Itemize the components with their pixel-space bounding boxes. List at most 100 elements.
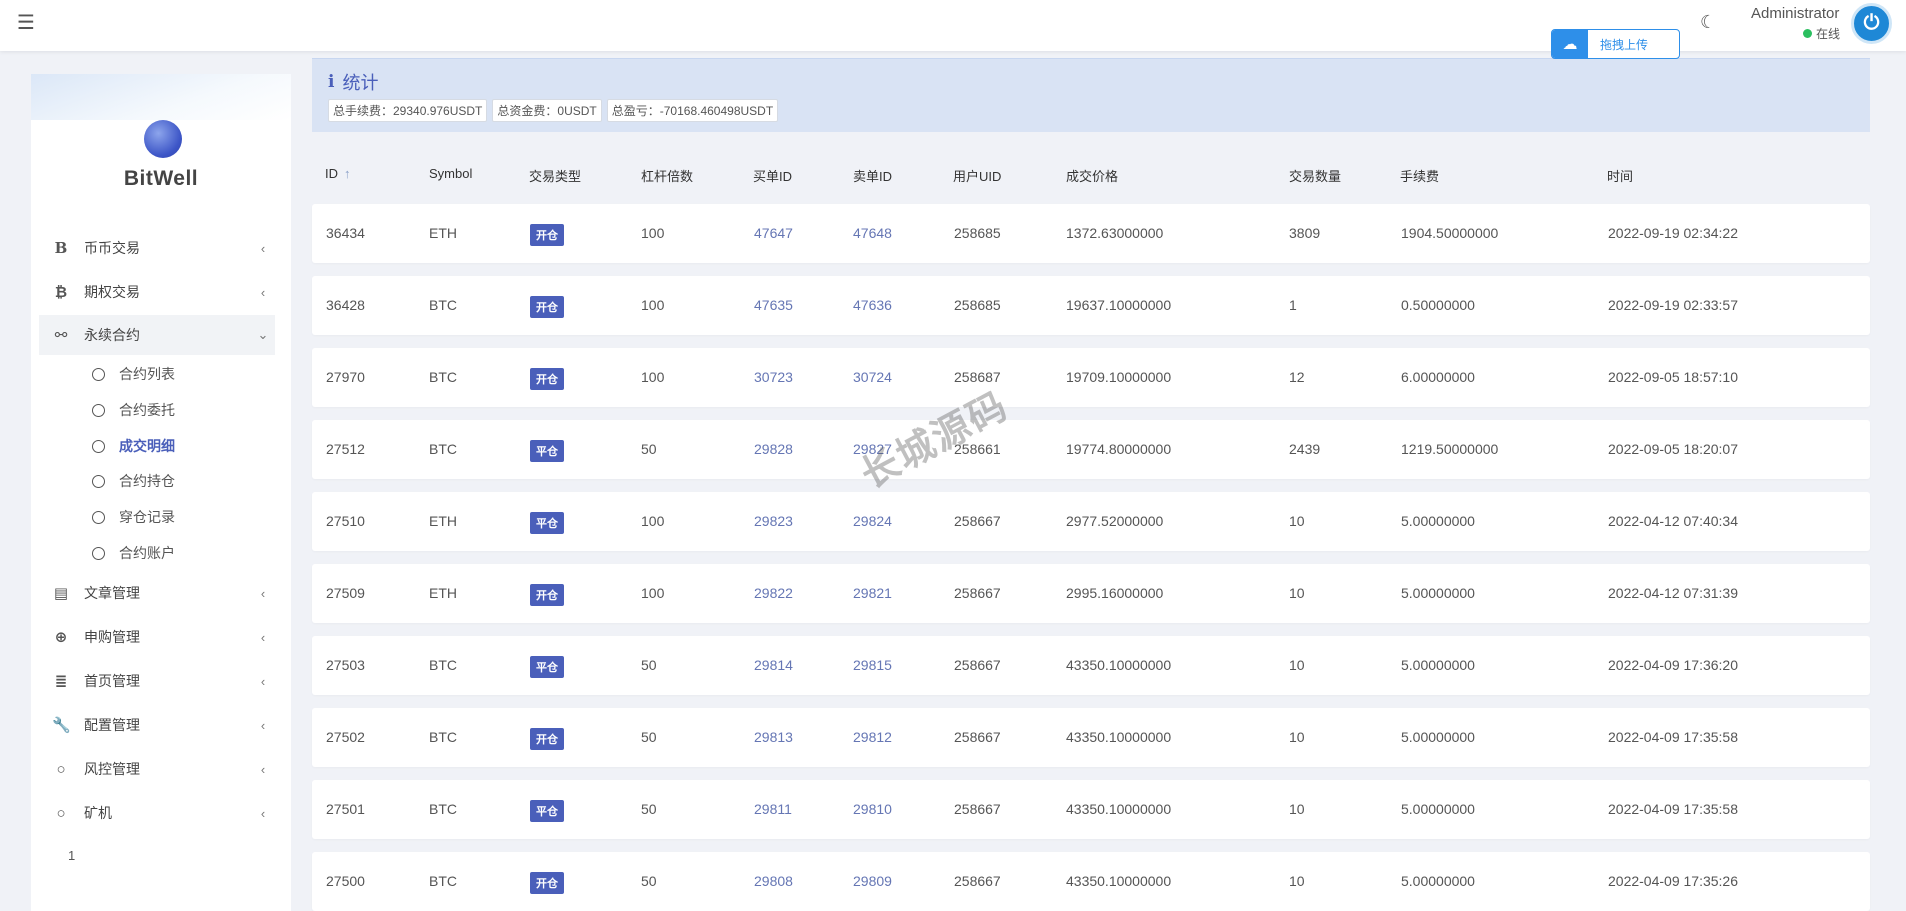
cell-price: 43350.10000000 [1066,729,1172,745]
cell-time: 2022-04-09 17:35:26 [1608,873,1738,889]
sidebar-subitem-contract-list[interactable]: 合约列表 [92,359,175,389]
cell-symbol: BTC [429,657,457,673]
page-number[interactable]: 1 [68,848,75,863]
cell-symbol: BTC [429,441,457,457]
trade-type-badge: 开仓 [530,296,564,318]
sell-order-link[interactable]: 29815 [853,657,892,673]
cell-leverage: 100 [641,369,665,385]
column-header-time: 时间 [1607,169,1634,184]
table-row[interactable]: 27500 BTC 开仓 50 29808 29809 258667 43350… [312,852,1870,911]
column-header-symbol: Symbol [429,166,473,181]
buy-order-link[interactable]: 29828 [754,441,793,457]
cell-uid: 258685 [954,225,1001,241]
cell-symbol: ETH [429,225,457,241]
sidebar-item-perpetual-contract[interactable]: ⚯ 永续合约 ⌄ [39,315,275,355]
sell-order-link[interactable]: 30724 [853,369,892,385]
wrench-icon: 🔧 [52,717,71,734]
sidebar-subitem-contract-account[interactable]: 合约账户 [92,538,175,568]
buy-order-link[interactable]: 29808 [754,873,793,889]
cell-symbol: BTC [429,873,457,889]
table-row[interactable]: 27970 BTC 开仓 100 30723 30724 258687 1970… [312,348,1870,407]
sidebar-subitem-liquidation-records[interactable]: 穿仓记录 [92,502,175,532]
sidebar-item-options-trading[interactable]: ₿ 期权交易 ‹ [39,272,275,312]
table-row[interactable]: 27510 ETH 平仓 100 29823 29824 258667 2977… [312,492,1870,551]
table-row[interactable]: 27512 BTC 平仓 50 29828 29827 258661 19774… [312,420,1870,479]
list-icon: ≣ [54,673,68,690]
drag-upload-button[interactable]: ☁ 拖拽上传 [1551,29,1680,59]
sell-order-link[interactable]: 29821 [853,585,892,601]
trade-type-badge: 开仓 [530,224,564,246]
table-row[interactable]: 36434 ETH 开仓 100 47647 47648 258685 1372… [312,204,1870,263]
cell-quantity: 10 [1289,585,1305,601]
info-icon: i [328,72,335,92]
chevron-left-icon: ‹ [260,717,266,733]
sidebar-item-risk-control[interactable]: ○ 风控管理 ‹ [39,749,275,789]
trade-type-badge: 开仓 [530,584,564,606]
sell-order-link[interactable]: 29824 [853,513,892,529]
buy-order-link[interactable]: 47635 [754,297,793,313]
sidebar-subitem-contract-orders[interactable]: 合约委托 [92,395,175,425]
buy-order-link[interactable]: 29811 [754,801,792,817]
circle-icon: ○ [56,804,66,822]
moon-icon[interactable]: ☾ [1700,12,1716,33]
cell-fee: 6.00000000 [1401,369,1475,385]
cell-uid: 258687 [954,369,1001,385]
table-row[interactable]: 27501 BTC 平仓 50 29811 29810 258667 43350… [312,780,1870,839]
sidebar-item-label: 配置管理 [84,717,140,733]
sidebar-item-config-management[interactable]: 🔧 配置管理 ‹ [39,705,275,745]
sell-order-link[interactable]: 29810 [853,801,892,817]
sidebar-item-label: 币币交易 [84,240,140,256]
table-row[interactable]: 27503 BTC 平仓 50 29814 29815 258667 43350… [312,636,1870,695]
cell-fee: 5.00000000 [1401,585,1475,601]
avatar[interactable]: ⏻ [1851,3,1892,44]
cell-uid: 258667 [954,729,1001,745]
sidebar-subitem-contract-positions[interactable]: 合约持仓 [92,466,175,496]
column-header-id[interactable]: ID ↑ [325,166,351,181]
cell-quantity: 1 [1289,297,1297,313]
user-name[interactable]: Administrator [1751,5,1839,22]
table-row[interactable]: 27502 BTC 开仓 50 29813 29812 258667 43350… [312,708,1870,767]
buy-order-link[interactable]: 29814 [754,657,793,673]
buy-order-link[interactable]: 29813 [754,729,793,745]
sidebar: BitWell B 币币交易 ‹ ₿ 期权交易 ‹ ⚯ 永续合约 ⌄ 合约列表 … [31,74,291,911]
cell-id: 27503 [326,657,365,673]
cell-price: 19637.10000000 [1066,297,1172,313]
cell-quantity: 10 [1289,513,1305,529]
sort-up-arrow-icon[interactable]: ↑ [344,166,351,181]
table-row[interactable]: 27509 ETH 开仓 100 29822 29821 258667 2995… [312,564,1870,623]
buy-order-link[interactable]: 30723 [754,369,793,385]
cell-fee: 5.00000000 [1401,513,1475,529]
cell-quantity: 2439 [1289,441,1321,457]
sidebar-item-article-management[interactable]: ▤ 文章管理 ‹ [39,573,275,613]
cell-price: 19709.10000000 [1066,369,1172,385]
sell-order-link[interactable]: 29827 [853,441,892,457]
sidebar-item-mining-machine[interactable]: ○ 矿机 ‹ [39,793,275,833]
brand-name: BitWell [123,167,199,190]
cell-leverage: 100 [641,585,665,601]
sell-order-link[interactable]: 29809 [853,873,892,889]
cell-fee: 0.50000000 [1401,297,1475,313]
sell-order-link[interactable]: 47648 [853,225,892,241]
sidebar-subitem-label: 合约账户 [119,545,175,561]
sell-order-link[interactable]: 47636 [853,297,892,313]
cell-leverage: 100 [641,513,665,529]
sidebar-item-homepage-management[interactable]: ≣ 首页管理 ‹ [39,661,275,701]
sidebar-subitem-trade-details[interactable]: 成交明细 [92,431,175,461]
stats-title: i 统计 [328,69,378,95]
buy-order-link[interactable]: 29822 [754,585,793,601]
sidebar-subitem-label: 成交明细 [119,438,175,454]
chevron-left-icon: ‹ [260,761,266,777]
sell-order-link[interactable]: 29812 [853,729,892,745]
table-row[interactable]: 36428 BTC 开仓 100 47635 47636 258685 1963… [312,276,1870,335]
buy-order-link[interactable]: 29823 [754,513,793,529]
sidebar-item-subscription-management[interactable]: ⊕ 申购管理 ‹ [39,617,275,657]
cell-id: 27502 [326,729,365,745]
sidebar-item-spot-trading[interactable]: B 币币交易 ‹ [39,228,275,268]
cell-id: 27970 [326,369,365,385]
cell-id: 36428 [326,297,365,313]
chevron-left-icon: ‹ [260,629,266,645]
hamburger-icon[interactable]: ☰ [17,10,35,35]
cell-quantity: 12 [1289,369,1305,385]
trade-type-badge: 开仓 [530,368,564,390]
buy-order-link[interactable]: 47647 [754,225,793,241]
